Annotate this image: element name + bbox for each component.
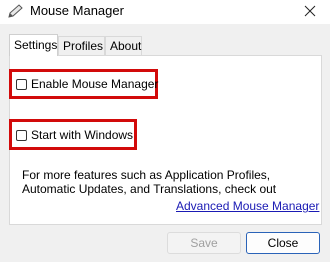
window-close-button[interactable] <box>290 0 330 24</box>
tab-profiles[interactable]: Profiles <box>58 36 105 55</box>
info-line-1: For more features such as Application Pr… <box>22 168 271 182</box>
close-icon <box>304 5 316 20</box>
window-title: Mouse Manager <box>30 3 124 18</box>
pencil-icon <box>7 3 25 19</box>
enable-mouse-manager-checkbox[interactable] <box>16 78 27 90</box>
title-bar: Mouse Manager <box>0 0 330 24</box>
start-with-windows-checkbox[interactable] <box>16 129 27 141</box>
close-button[interactable]: Close <box>246 232 320 254</box>
start-with-windows-option[interactable]: Start with Windows <box>16 128 133 142</box>
advanced-mouse-manager-link[interactable]: Advanced Mouse Manager <box>176 199 319 213</box>
enable-mouse-manager-label: Enable Mouse Manager <box>31 77 159 91</box>
tab-settings[interactable]: Settings <box>9 34 58 56</box>
tab-strip: Settings Profiles About <box>0 32 330 56</box>
start-with-windows-label: Start with Windows <box>31 128 134 142</box>
info-text: For more features such as Application Pr… <box>22 168 312 196</box>
save-button[interactable]: Save <box>167 232 241 254</box>
tab-about[interactable]: About <box>105 36 142 55</box>
info-line-2: Automatic Updates, and Translations, che… <box>22 182 277 196</box>
enable-mouse-manager-option[interactable]: Enable Mouse Manager <box>16 77 158 91</box>
